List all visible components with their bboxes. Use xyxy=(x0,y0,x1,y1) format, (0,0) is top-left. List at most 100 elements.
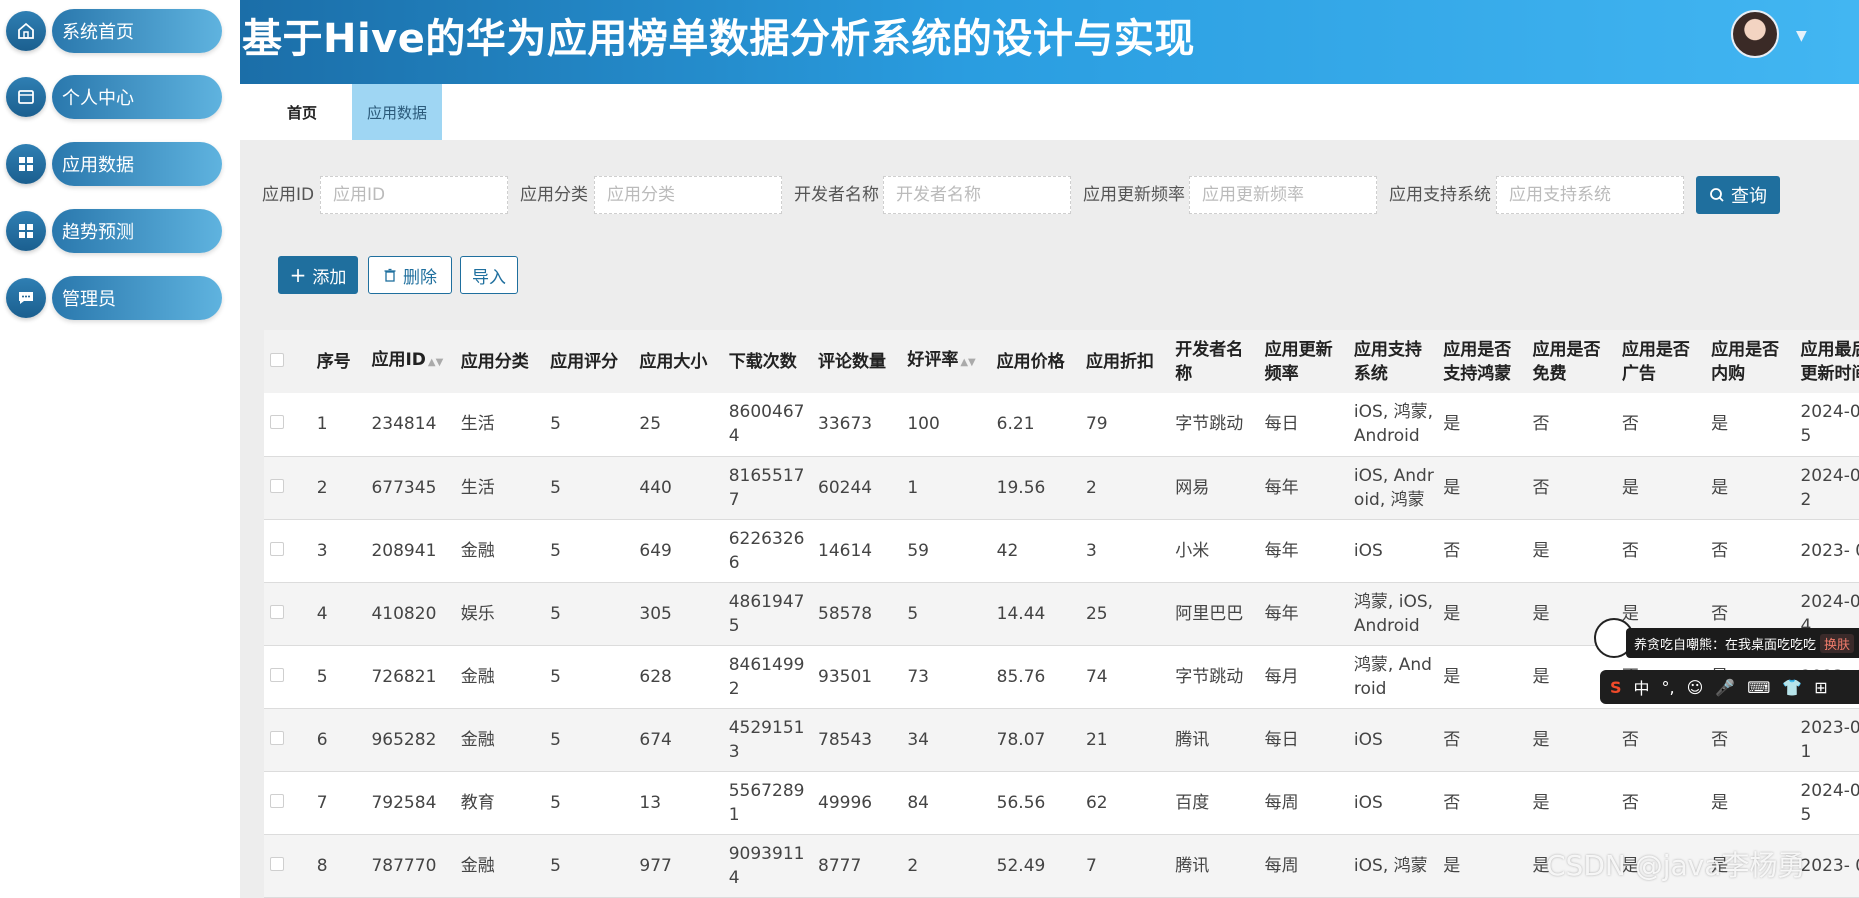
row-select-cell[interactable] xyxy=(264,519,311,583)
row-checkbox[interactable] xyxy=(270,730,284,745)
add-button[interactable]: + 添加 xyxy=(278,256,358,294)
table-cell: 100 xyxy=(901,393,991,457)
sidebar-item-trend[interactable]: 趋势预测 xyxy=(6,208,222,254)
query-button-label: 查询 xyxy=(1731,186,1767,207)
tab-app-data[interactable]: 应用数据 xyxy=(352,84,442,140)
avatar[interactable] xyxy=(1731,10,1779,58)
table-row[interactable]: 3 208941 金融 5 649 62263266 14614 59 42 3 小米 每年 iOS 否是… xyxy=(264,519,1859,583)
search-label-app-id: 应用ID xyxy=(262,185,315,205)
app-id-input[interactable] xyxy=(320,176,508,214)
query-button[interactable]: 查询 xyxy=(1696,176,1780,214)
delete-button[interactable]: 删除 xyxy=(368,256,452,294)
row-select-cell[interactable] xyxy=(264,582,311,646)
table-cell: 5 xyxy=(544,834,634,898)
row-select-cell[interactable] xyxy=(264,771,311,835)
table-cell: 5 xyxy=(310,645,366,709)
ime-item[interactable]: S xyxy=(1610,678,1622,697)
table-cell: 21 xyxy=(1079,708,1170,772)
table-cell: 208941 xyxy=(365,519,455,583)
row-select-cell[interactable] xyxy=(264,645,311,709)
ime-item[interactable]: ⊞ xyxy=(1814,678,1827,697)
sidebar-item-admin[interactable]: 管理员 xyxy=(6,275,222,321)
table-cell: 78.07 xyxy=(990,708,1080,772)
row-select-cell[interactable] xyxy=(264,834,311,898)
tab-home[interactable]: 首页 xyxy=(270,84,334,140)
table-cell: 否 xyxy=(1615,771,1706,835)
notification-toast[interactable]: 养贪吃自嘲熊：在我桌面吃吃吃 换肤 xyxy=(1626,628,1859,658)
table-cell: iOS xyxy=(1347,771,1438,835)
table-cell: 677345 xyxy=(365,456,455,520)
chat-icon xyxy=(6,278,46,318)
top-header: 基于Hive的华为应用榜单数据分析系统的设计与实现 ▼ xyxy=(240,0,1859,84)
row-select-cell[interactable] xyxy=(264,708,311,772)
table-cell: 否 xyxy=(1615,708,1706,772)
supported-system-input[interactable] xyxy=(1496,176,1684,214)
developer-input[interactable] xyxy=(883,176,1071,214)
table-cell: iOS xyxy=(1347,519,1438,583)
ime-toolbar[interactable]: S 中 °, ☺ 🎤 ⌨ 👕 ⊞ xyxy=(1600,670,1859,704)
table-cell: 13 xyxy=(633,771,723,835)
import-button[interactable]: 导入 xyxy=(460,256,518,294)
ime-item[interactable]: ⌨ xyxy=(1747,678,1770,697)
sort-icon[interactable]: ▲▼ xyxy=(960,357,975,368)
row-select-cell[interactable] xyxy=(264,393,311,457)
row-checkbox[interactable] xyxy=(270,667,284,682)
column-header[interactable]: 好评率 ▲▼ xyxy=(901,330,991,393)
table-cell: 14614 xyxy=(812,519,902,583)
sort-icon[interactable]: ▲▼ xyxy=(428,357,443,368)
table-row[interactable]: 7 792584 教育 5 13 55672891 49996 84 56.56 62 百度 每周 iO… xyxy=(264,771,1859,835)
table-cell: 否 xyxy=(1615,519,1706,583)
table-cell: 73 xyxy=(901,645,991,709)
table-cell: 每周 xyxy=(1258,771,1348,835)
notification-tag[interactable]: 换肤 xyxy=(1820,633,1855,653)
row-checkbox[interactable] xyxy=(270,415,284,430)
table-cell: 是 xyxy=(1437,645,1527,709)
table-row[interactable]: 2 677345 生活 5 440 81655177 60244 1 19.56 2 网易 每年 iOS… xyxy=(264,456,1859,520)
table-cell: 娱乐 xyxy=(454,582,545,646)
row-checkbox[interactable] xyxy=(270,478,284,493)
sidebar-item-label: 管理员 xyxy=(52,276,222,320)
table-cell: 234814 xyxy=(365,393,455,457)
row-checkbox[interactable] xyxy=(270,604,284,619)
update-frequency-input[interactable] xyxy=(1189,176,1377,214)
chevron-down-icon[interactable]: ▼ xyxy=(1796,28,1807,44)
table-cell: 5 xyxy=(544,519,634,583)
sidebar-item-home[interactable]: 系统首页 xyxy=(6,8,222,54)
table-cell: 90939114 xyxy=(722,834,813,898)
table-row[interactable]: 1 234814 生活 5 25 86004674 33673 100 6.21 79 字节跳动 每日… xyxy=(264,393,1859,457)
ime-item[interactable]: 🎤 xyxy=(1715,678,1735,697)
sidebar-item-app-data[interactable]: 应用数据 xyxy=(6,141,222,187)
ime-item[interactable]: °, xyxy=(1662,678,1675,697)
table-cell: 否 xyxy=(1526,393,1616,457)
select-all-cell[interactable] xyxy=(264,330,311,393)
category-input[interactable] xyxy=(594,176,782,214)
table-cell: 5 xyxy=(901,582,991,646)
column-header: 应用分类 xyxy=(454,330,545,393)
table-cell: 教育 xyxy=(454,771,545,835)
table-cell: 每月 xyxy=(1258,645,1348,709)
row-checkbox[interactable] xyxy=(270,856,284,871)
table-cell: 58578 xyxy=(812,582,902,646)
table-cell: 否 xyxy=(1705,708,1795,772)
table-cell: 金融 xyxy=(454,708,545,772)
sidebar-item-profile[interactable]: 个人中心 xyxy=(6,74,222,120)
table-row[interactable]: 6 965282 金融 5 674 45291513 78543 34 78.07 21 腾讯 每日 i… xyxy=(264,708,1859,772)
row-checkbox[interactable] xyxy=(270,541,284,556)
table-cell: 440 xyxy=(633,456,723,520)
search-label-supported-system: 应用支持系统 xyxy=(1389,185,1491,205)
ime-item[interactable]: 👕 xyxy=(1782,678,1802,697)
table-cell: 55672891 xyxy=(722,771,813,835)
table-cell: 59 xyxy=(901,519,991,583)
select-all-checkbox[interactable] xyxy=(270,352,284,367)
row-checkbox[interactable] xyxy=(270,793,284,808)
table-cell: 85.76 xyxy=(990,645,1080,709)
ime-item[interactable]: 中 xyxy=(1634,675,1650,699)
table-cell: 是 xyxy=(1705,456,1795,520)
ime-item[interactable]: ☺ xyxy=(1687,678,1704,697)
table-cell: 每周 xyxy=(1258,834,1348,898)
column-header: 应用更新频率 xyxy=(1258,330,1348,393)
search-bar: 应用ID 应用分类 开发者名称 应用更新频率 应用支持系统 查询 xyxy=(240,176,1859,214)
column-header[interactable]: 应用ID ▲▼ xyxy=(365,330,455,393)
table-cell: 是 xyxy=(1705,393,1795,457)
row-select-cell[interactable] xyxy=(264,456,311,520)
